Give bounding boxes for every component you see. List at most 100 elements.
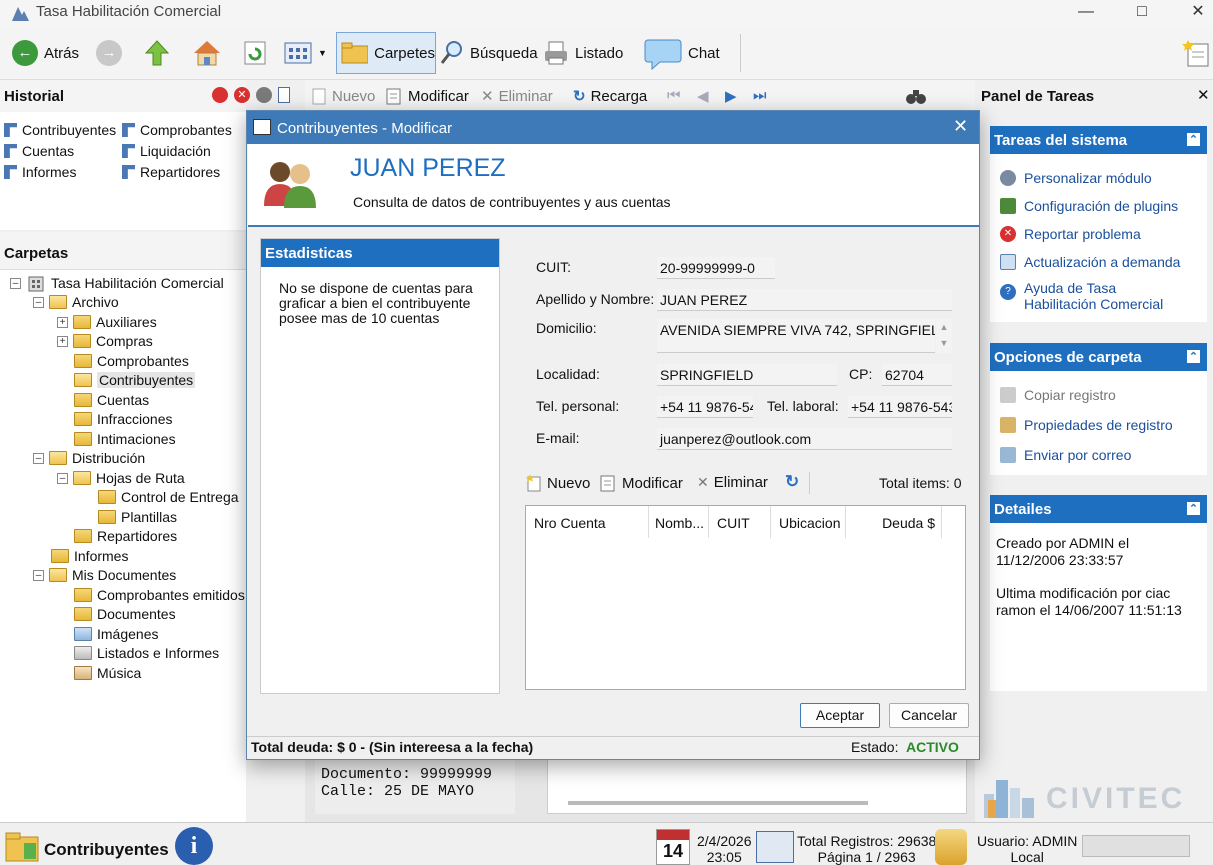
tree-node[interactable]: Intimaciones xyxy=(74,431,176,447)
tree-node[interactable]: Control de Entrega xyxy=(98,489,239,505)
tree-node[interactable]: Listados e Informes xyxy=(74,645,219,661)
folders-button[interactable]: Carpetes xyxy=(336,32,436,74)
search-button[interactable]: Búsqueda xyxy=(440,32,538,74)
tree-node[interactable]: + Compras xyxy=(57,333,153,349)
chat-button[interactable]: Chat xyxy=(644,32,720,74)
task-help[interactable]: ? Ayuda de Tasa Habilitación Comercial xyxy=(1000,280,1207,312)
tree-node[interactable]: Comprobantes emitidos xyxy=(74,587,245,603)
tree-node[interactable]: Repartidores xyxy=(74,528,177,544)
collapse-icon[interactable]: – xyxy=(33,452,44,464)
grid-delete-button[interactable]: ✕ Eliminar xyxy=(481,87,553,106)
list-button[interactable]: Listado xyxy=(543,32,623,74)
postal-code-field[interactable]: 62704 xyxy=(882,364,952,386)
refresh-icon xyxy=(244,41,266,65)
tree-node-selected[interactable]: Contribuyentes xyxy=(74,372,196,388)
tree-node[interactable]: – Hojas de Ruta xyxy=(57,470,185,486)
home-button[interactable] xyxy=(192,32,222,74)
tree-node[interactable]: Informes xyxy=(51,548,128,564)
tree-node[interactable]: – Distribución xyxy=(33,450,145,466)
column-header[interactable]: Nro Cuenta xyxy=(526,506,649,538)
new-icon xyxy=(312,88,326,105)
address-scrollbar[interactable]: ▲ ▼ xyxy=(936,319,952,353)
cuit-field[interactable]: 20-99999999-0 xyxy=(657,257,775,279)
personal-phone-field[interactable]: +54 11 9876-54 xyxy=(657,396,753,418)
work-phone-field[interactable]: +54 11 9876-543 xyxy=(848,396,952,418)
column-header[interactable]: CUIT xyxy=(709,506,771,538)
view-dropdown-button[interactable]: ▼ xyxy=(284,32,327,74)
folder-icon xyxy=(74,588,92,602)
tree-node[interactable]: Imágenes xyxy=(74,626,158,642)
dialog-app-icon xyxy=(253,119,271,135)
cancel-button[interactable]: Cancelar xyxy=(889,703,969,728)
task-customize[interactable]: Personalizar módulo xyxy=(1000,170,1207,186)
info-icon[interactable]: i xyxy=(175,827,213,865)
task-plugins[interactable]: Configuración de plugins xyxy=(1000,198,1207,214)
collapse-icon[interactable]: – xyxy=(57,472,68,484)
expand-icon[interactable]: + xyxy=(57,316,68,328)
next-record-button[interactable]: ▶ xyxy=(725,87,737,105)
page-icon[interactable] xyxy=(278,87,290,103)
refresh-button[interactable] xyxy=(242,32,268,74)
task-update[interactable]: Actualización a demanda xyxy=(1000,254,1207,270)
name-field[interactable]: JUAN PEREZ xyxy=(657,289,952,311)
collapse-icon[interactable]: – xyxy=(10,277,21,289)
tree-node[interactable]: Documentes xyxy=(74,606,176,622)
first-record-button[interactable]: ⏮ xyxy=(667,87,681,104)
task-copy-record[interactable]: Copiar registro xyxy=(1000,387,1207,403)
column-header[interactable]: Deuda $ xyxy=(846,506,942,538)
email-field[interactable]: juanperez@outlook.com xyxy=(657,428,952,450)
collapse-section-icon[interactable]: ⌃ xyxy=(1186,349,1201,364)
prev-record-button[interactable]: ◀ xyxy=(697,87,709,105)
history-item[interactable]: Liquidación xyxy=(122,143,211,159)
close-window-button[interactable]: ✕ xyxy=(1175,0,1213,26)
city-field[interactable]: SPRINGFIELD xyxy=(657,364,837,386)
task-record-properties[interactable]: Propiedades de registro xyxy=(1000,417,1207,433)
new-note-button[interactable] xyxy=(1182,32,1210,74)
settings-gear-icon[interactable] xyxy=(256,87,272,103)
tree-node-root[interactable]: – Tasa Habilitación Comercial xyxy=(10,274,224,292)
accounts-edit-button[interactable]: Modificar xyxy=(599,474,683,492)
horizontal-scrollbar[interactable] xyxy=(568,801,868,805)
history-item[interactable]: Informes xyxy=(4,164,76,180)
accept-button[interactable]: Aceptar xyxy=(800,703,880,728)
tree-node[interactable]: + Auxiliares xyxy=(57,314,157,330)
tree-node[interactable]: – Mis Documentes xyxy=(33,567,176,583)
forward-button[interactable]: → xyxy=(96,32,122,74)
accounts-refresh-icon[interactable]: ↻ xyxy=(785,472,799,492)
up-button[interactable] xyxy=(144,32,170,74)
stop-icon[interactable] xyxy=(212,87,228,103)
task-report-problem[interactable]: ✕ Reportar problema xyxy=(1000,226,1207,242)
close-panel-icon[interactable]: ✕ xyxy=(1197,86,1210,104)
collapse-icon[interactable]: – xyxy=(33,296,44,308)
tree-node[interactable]: Comprobantes xyxy=(74,353,189,369)
tree-node[interactable]: Plantillas xyxy=(98,509,177,525)
find-button[interactable] xyxy=(905,87,927,105)
task-send-mail[interactable]: Enviar por correo xyxy=(1000,447,1207,463)
column-header[interactable]: Ubicacion xyxy=(771,506,846,538)
tree-node[interactable]: Cuentas xyxy=(74,392,149,408)
last-record-button[interactable]: ⏭ xyxy=(753,87,767,104)
history-item[interactable]: Comprobantes xyxy=(122,122,232,138)
tree-node[interactable]: – Archivo xyxy=(33,294,119,310)
collapse-section-icon[interactable]: ⌃ xyxy=(1186,501,1201,516)
back-button[interactable]: ← Atrás xyxy=(12,32,79,74)
minimize-button[interactable]: — xyxy=(1063,0,1109,26)
history-item[interactable]: Cuentas xyxy=(4,143,74,159)
column-header[interactable]: Nomb... xyxy=(649,506,709,538)
grid-edit-button[interactable]: Modificar xyxy=(385,87,469,105)
tree-node[interactable]: Música xyxy=(74,665,141,681)
history-item[interactable]: Repartidores xyxy=(122,164,220,180)
maximize-button[interactable]: □ xyxy=(1119,0,1165,26)
accounts-new-button[interactable]: Nuevo xyxy=(526,474,590,492)
collapse-icon[interactable]: – xyxy=(33,569,44,581)
history-item[interactable]: Contribuyentes xyxy=(4,122,116,138)
tree-node[interactable]: Infracciones xyxy=(74,411,172,427)
accounts-delete-button[interactable]: ✕ Eliminar xyxy=(697,474,768,491)
collapse-section-icon[interactable]: ⌃ xyxy=(1186,132,1201,147)
expand-icon[interactable]: + xyxy=(57,335,68,347)
dialog-close-button[interactable]: ✕ xyxy=(953,116,968,137)
address-field[interactable]: AVENIDA SIEMPRE VIVA 742, SPRINGFIELD xyxy=(657,319,935,353)
clear-icon[interactable]: ✕ xyxy=(234,87,250,103)
grid-reload-button[interactable]: ↻ Recarga xyxy=(573,87,647,106)
grid-new-button[interactable]: Nuevo xyxy=(311,87,375,105)
